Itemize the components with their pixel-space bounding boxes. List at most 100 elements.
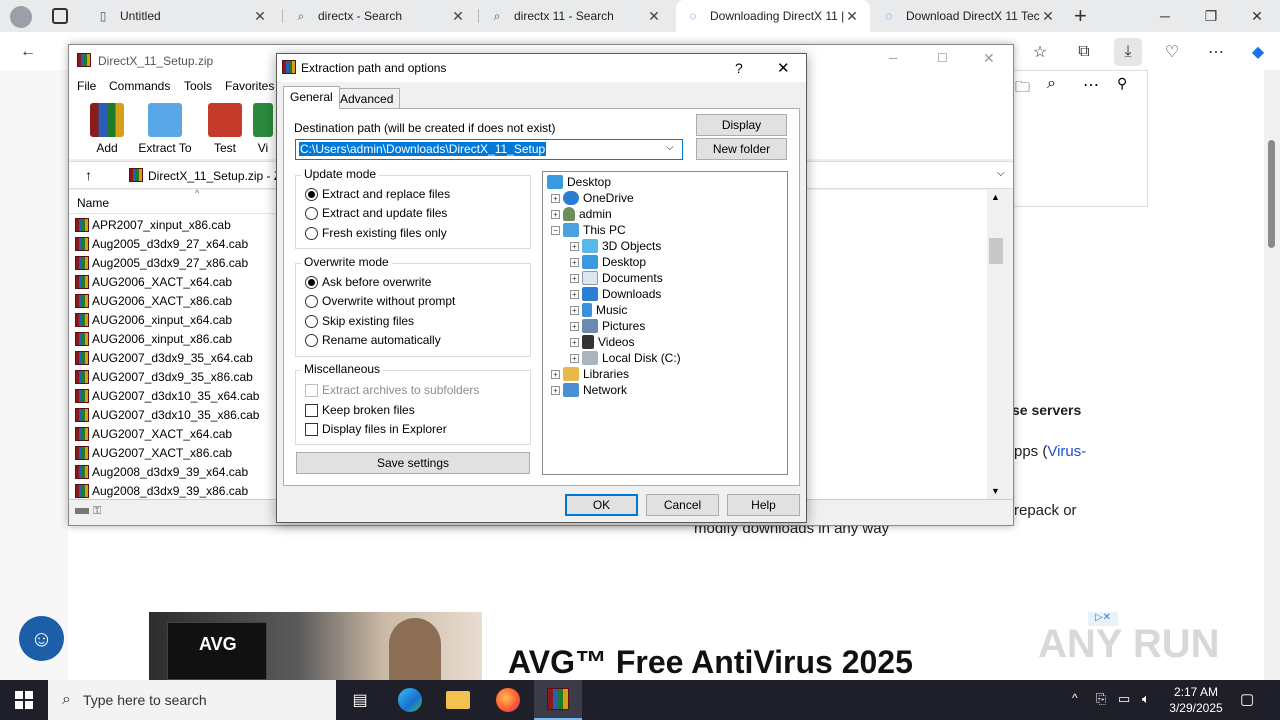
add-button[interactable]: Add [79,103,135,155]
extract-to-button[interactable]: Extract To [137,103,193,155]
close-icon[interactable]: ✕ [777,59,790,77]
ok-button[interactable]: OK [565,494,638,516]
profile-avatar[interactable] [10,6,32,28]
tab-actions-icon[interactable] [52,8,68,24]
tab-untitled[interactable]: ▯ Untitled ✕ [86,0,278,32]
health-icon[interactable]: ♡ [1158,38,1186,66]
list-item[interactable]: Aug2008_d3dx9_39_x86.cab [75,481,248,500]
page-scrollbar[interactable] [1264,70,1280,680]
radio-rename-auto[interactable]: Rename automatically [305,331,441,349]
help-icon[interactable]: ? [735,60,743,76]
chevron-down-icon[interactable]: ⌵ [997,168,1005,179]
close-icon[interactable]: ✕ [844,8,860,25]
start-button[interactable] [0,680,48,720]
tab-downloading-directx[interactable]: ◌ Downloading DirectX 11 | ✕ [676,0,870,32]
list-item[interactable]: AUG2007_d3dx10_35_x64.cab [75,386,259,405]
cancel-button[interactable]: Cancel [646,494,719,516]
check-keep-broken[interactable]: Keep broken files [305,401,415,419]
clock[interactable]: 2:17 AM 3/29/2025 [1166,684,1226,716]
list-item[interactable]: AUG2007_d3dx10_35_x86.cab [75,405,259,424]
new-tab-button[interactable]: + [1074,3,1087,29]
display-button[interactable]: Display [696,114,787,136]
list-item[interactable]: AUG2007_d3dx9_35_x64.cab [75,348,253,367]
close-icon[interactable]: ✕ [450,8,466,25]
list-item[interactable]: APR2007_xinput_x86.cab [75,215,231,234]
radio-fresh-existing[interactable]: Fresh existing files only [305,224,447,242]
folder-icon[interactable]: 🗀 [1015,77,1030,102]
list-item[interactable]: AUG2006_xinput_x64.cab [75,310,232,329]
maximize-button[interactable]: ☐ [937,51,948,65]
new-folder-button[interactable]: New folder [696,138,787,160]
tab-advanced[interactable]: Advanced [333,88,401,108]
list-item[interactable]: AUG2007_XACT_x86.cab [75,443,232,462]
view-button[interactable]: Vi [249,103,277,155]
back-icon[interactable]: ← [14,38,42,66]
list-item[interactable]: Aug2005_d3dx9_27_x86.cab [75,253,248,272]
radio-extract-update[interactable]: Extract and update files [305,204,447,222]
save-settings-button[interactable]: Save settings [296,452,530,474]
tree-node-3d-objects[interactable]: +3D Objects [570,238,661,254]
more-icon[interactable]: ⋯ [1202,38,1230,66]
winrar-taskbar-icon[interactable] [534,680,582,720]
column-name-header[interactable]: Name ^ [69,188,279,214]
close-icon[interactable]: ✕ [252,8,268,25]
scrollbar-thumb[interactable] [989,238,1003,264]
tree-node-local-disk[interactable]: + Local Disk (C:) [570,350,681,366]
tab-directx-search[interactable]: ⌕ directx - Search ✕ [284,0,476,32]
list-item[interactable]: AUG2006_XACT_x86.cab [75,291,232,310]
close-window-button[interactable]: ✕ [1234,0,1280,32]
close-button[interactable]: ✕ [983,50,995,67]
chevron-down-icon[interactable]: ⌵ [666,142,674,153]
network-status-icon[interactable]: ⎘ [1096,691,1106,707]
tree-node-pictures[interactable]: + Pictures [570,318,645,334]
tab-directx11-search[interactable]: ⌕ directx 11 - Search ✕ [480,0,672,32]
ad-title[interactable]: AVG™ Free AntiVirus 2025 [508,644,913,681]
list-item[interactable]: AUG2007_XACT_x64.cab [75,424,232,443]
tree-node-music[interactable]: + Music [570,302,627,318]
close-icon[interactable]: ✕ [1040,8,1056,25]
radio-overwrite-no-prompt[interactable]: Overwrite without prompt [305,292,455,310]
firefox-icon[interactable] [484,680,532,720]
downloads-icon[interactable]: ⤓ [1114,38,1142,66]
tree-node-desktop-pc[interactable]: + Desktop [570,254,646,270]
scroll-up-icon[interactable]: ▲ [991,192,1000,202]
up-arrow-icon[interactable]: ↑ [85,167,92,183]
list-item[interactable]: Aug2008_d3dx9_39_x64.cab [75,462,248,481]
menu-commands[interactable]: Commands [109,79,170,93]
address-path[interactable]: DirectX_11_Setup.zip - ZI [148,169,285,183]
tree-node-documents[interactable]: + Documents [570,270,663,286]
file-explorer-icon[interactable] [434,680,482,720]
collections-icon[interactable]: ⧉ [1070,38,1098,66]
copilot-icon[interactable]: ◆ [1244,38,1272,66]
menu-favorites[interactable]: Favorites [225,79,274,93]
list-item[interactable]: AUG2006_xinput_x86.cab [75,329,232,348]
tree-node-admin[interactable]: + admin [551,206,612,222]
scrollbar-thumb[interactable] [1268,140,1275,248]
chevron-up-icon[interactable]: ^ [1072,691,1078,705]
search-icon[interactable]: ⌕ [1047,75,1056,93]
scroll-down-icon[interactable]: ▼ [991,486,1000,496]
tab-download-directx-tec[interactable]: ◌ Download DirectX 11 Tec ✕ [872,0,1066,32]
destination-path-input[interactable]: C:\Users\admin\Downloads\DirectX_11_Setu… [295,139,683,160]
taskbar-search[interactable]: ⌕ Type here to search [48,680,336,720]
menu-tools[interactable]: Tools [184,79,212,93]
tree-node-this-pc[interactable]: − This PC [551,222,626,238]
radio-extract-replace[interactable]: Extract and replace files [305,185,450,203]
minimize-button[interactable]: ─ [1142,0,1188,32]
tree-node-libraries[interactable]: + Libraries [551,366,629,382]
file-list-scrollbar[interactable]: ▲ ▼ [987,190,1005,500]
test-button[interactable]: Test [197,103,253,155]
tab-general[interactable]: General [283,86,340,109]
list-item[interactable]: AUG2007_d3dx9_35_x86.cab [75,367,253,386]
tree-node-onedrive[interactable]: + OneDrive [551,190,634,206]
tree-node-network[interactable]: + Network [551,382,627,398]
list-item[interactable]: Aug2005_d3dx9_27_x64.cab [75,234,248,253]
more-icon[interactable]: ⋯ [1083,75,1099,95]
tree-node-desktop[interactable]: Desktop [547,174,611,190]
virus-link[interactable]: Virus- [1047,443,1086,460]
display-icon[interactable]: ▭ [1118,691,1130,707]
task-view-button[interactable]: ▤ [336,680,384,720]
menu-file[interactable]: File [77,79,96,93]
tree-node-videos[interactable]: + Videos [570,334,634,350]
maximize-button[interactable]: ❐ [1188,0,1234,32]
